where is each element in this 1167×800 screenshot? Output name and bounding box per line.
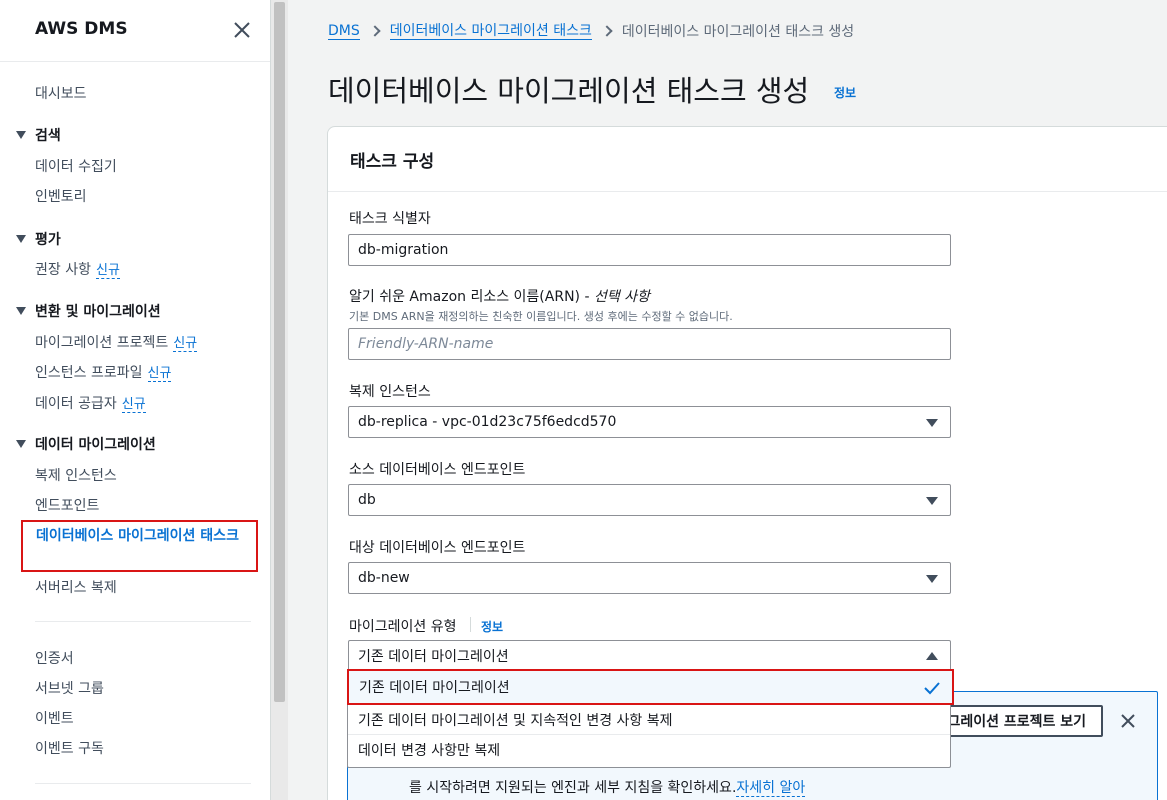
sidebar-divider (35, 621, 251, 622)
page-title: 데이터베이스 마이그레이션 태스크 생성 (328, 74, 810, 108)
flash-text: 를 시작하려면 지원되는 엔진과 세부 지침을 확인하세요.자세히 알아 (409, 780, 806, 797)
sidebar-item-event-subscriptions[interactable]: 이벤트 구독 (35, 738, 104, 758)
arn-label: 알기 쉬운 Amazon 리소스 이름(ARN) - 선택 사항 (349, 289, 650, 305)
breadcrumb-tasks[interactable]: 데이터베이스 마이그레이션 태스크 (389, 23, 592, 40)
sidebar-item-recommendations[interactable]: 권장 사항 신규 (35, 259, 120, 279)
sidebar-divider (35, 783, 251, 784)
scrollbar-thumb[interactable] (274, 2, 285, 702)
caret-down-icon (926, 575, 938, 583)
sidebar-section-assess[interactable]: 평가 (16, 229, 61, 249)
close-icon[interactable] (231, 19, 253, 41)
caret-down-icon (16, 440, 26, 448)
sidebar-item-data-providers[interactable]: 데이터 공급자 신규 (35, 393, 146, 413)
panel-header: 태스크 구성 (328, 127, 1167, 192)
sidebar-item-serverless-replication[interactable]: 서버리스 복제 (35, 577, 117, 597)
sidebar-item-instance-profiles[interactable]: 인스턴스 프로파일 신규 (35, 362, 172, 382)
sidebar-item-database-migration-tasks[interactable]: 데이터베이스 마이그레이션 태스크 (21, 520, 258, 572)
breadcrumb-dms[interactable]: DMS (328, 23, 360, 40)
sidebar-section-migrate[interactable]: 데이터 마이그레이션 (16, 434, 156, 454)
replication-instance-label: 복제 인스턴스 (349, 384, 431, 400)
close-icon[interactable] (1118, 711, 1138, 731)
sidebar-item-data-collectors[interactable]: 데이터 수집기 (35, 156, 117, 176)
sidebar-section-convert[interactable]: 변환 및 마이그레이션 (16, 301, 161, 321)
info-link[interactable]: 정보 (834, 84, 856, 101)
caret-down-icon (16, 307, 26, 315)
caret-up-icon (926, 652, 938, 660)
sidebar: AWS DMS 대시보드 검색 데이터 수집기 인벤토리 평가 권장 사항 신규 … (0, 0, 271, 800)
panel-title: 태스크 구성 (350, 152, 435, 172)
source-endpoint-select[interactable]: db (348, 484, 951, 516)
sidebar-item-subnet-groups[interactable]: 서브넷 그룹 (35, 678, 104, 698)
breadcrumb: DMS 데이터베이스 마이그레이션 태스크 데이터베이스 마이그레이션 태스크 … (328, 21, 854, 41)
sidebar-item-events[interactable]: 이벤트 (35, 708, 74, 728)
task-id-label: 태스크 식별자 (349, 211, 431, 227)
caret-down-icon (926, 419, 938, 427)
migration-type-label: 마이그레이션 유형 (349, 619, 457, 635)
breadcrumb-current: 데이터베이스 마이그레이션 태스크 생성 (621, 24, 855, 40)
target-endpoint-label: 대상 데이터베이스 엔드포인트 (349, 540, 526, 556)
new-badge: 신규 (173, 336, 198, 352)
label-divider (470, 617, 471, 632)
arn-description: 기본 DMS ARN을 재정의하는 친숙한 이름입니다. 생성 후에는 수정할 … (349, 310, 733, 323)
chevron-right-icon (601, 25, 613, 37)
option-full-load[interactable]: 기존 데이터 마이그레이션 (347, 669, 954, 705)
caret-down-icon (926, 497, 938, 505)
sidebar-section-search[interactable]: 검색 (16, 125, 61, 145)
option-full-load-and-cdc[interactable]: 기존 데이터 마이그레이션 및 지속적인 변경 사항 복제 (348, 705, 950, 735)
arn-input[interactable]: Friendly-ARN-name (348, 328, 951, 360)
optional-label: 선택 사항 (593, 289, 650, 305)
sidebar-item-endpoints[interactable]: 엔드포인트 (35, 495, 99, 515)
migration-type-info-link[interactable]: 정보 (481, 618, 503, 635)
check-icon (924, 682, 940, 695)
replication-instance-select[interactable]: db-replica - vpc-01d23c75f6edcd570 (348, 406, 951, 438)
sidebar-item-replication-instances[interactable]: 복제 인스턴스 (35, 465, 117, 485)
new-badge: 신규 (147, 366, 172, 382)
sidebar-item-inventory[interactable]: 인벤토리 (35, 186, 87, 206)
source-endpoint-label: 소스 데이터베이스 엔드포인트 (349, 462, 526, 478)
sidebar-item-migration-projects[interactable]: 마이그레이션 프로젝트 신규 (35, 332, 198, 352)
new-badge: 신규 (95, 263, 120, 279)
new-badge: 신규 (121, 397, 146, 413)
task-id-input[interactable]: db-migration (348, 234, 951, 266)
learn-more-link[interactable]: 자세히 알아 (736, 780, 806, 797)
target-endpoint-select[interactable]: db-new (348, 562, 951, 594)
caret-down-icon (16, 131, 26, 139)
migration-type-select[interactable]: 기존 데이터 마이그레이션 (348, 640, 951, 672)
option-cdc-only[interactable]: 데이터 변경 사항만 복제 (348, 735, 950, 765)
sidebar-header: AWS DMS (0, 0, 270, 62)
sidebar-item-dashboard[interactable]: 대시보드 (35, 83, 87, 103)
sidebar-title: AWS DMS (35, 19, 128, 39)
sidebar-item-certificates[interactable]: 인증서 (35, 648, 74, 668)
chevron-right-icon (369, 25, 381, 37)
caret-down-icon (16, 235, 26, 243)
